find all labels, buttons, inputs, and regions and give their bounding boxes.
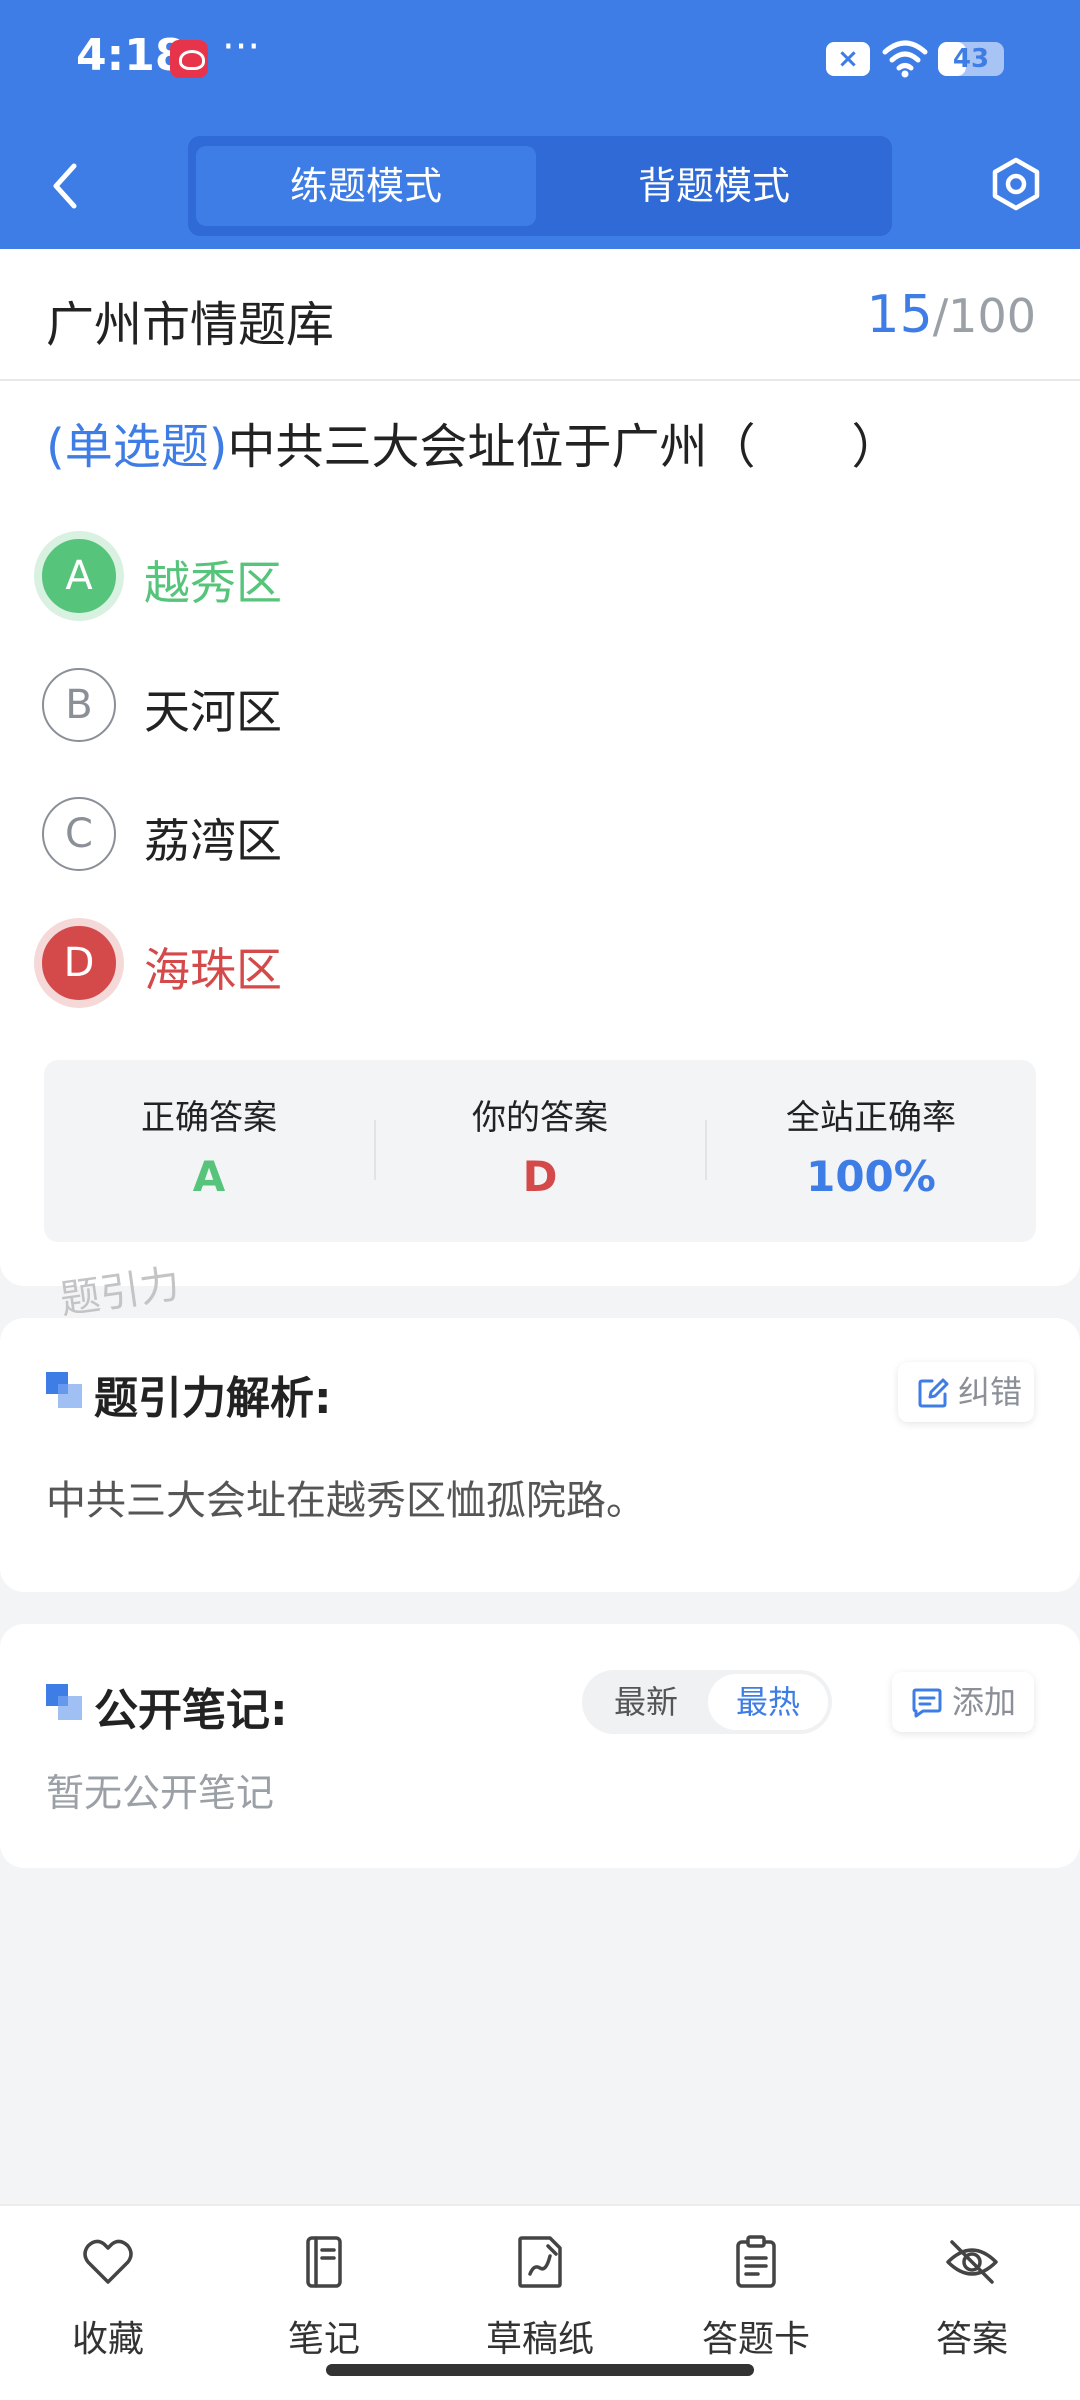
- your-answer-column: 你的答案 D: [375, 1060, 705, 1242]
- public-notes-card: 公开笔记: 最新 最热 添加 暂无公开笔记: [0, 1624, 1080, 1868]
- section-icon: [46, 1372, 82, 1408]
- accuracy-label: 全站正确率: [786, 1098, 956, 1138]
- analysis-text: 中共三大会址在越秀区恤孤院路。: [46, 1478, 646, 1524]
- question-progress: 15/100: [867, 285, 1036, 345]
- notes-sort-toggle: 最新 最热: [582, 1670, 832, 1734]
- back-chevron-icon[interactable]: [40, 158, 90, 214]
- accuracy-value: 100%: [806, 1152, 936, 1201]
- option-a[interactable]: A 越秀区: [42, 531, 942, 621]
- answer-summary: 正确答案 A 你的答案 D 全站正确率 100%: [44, 1060, 1036, 1242]
- nav-answer[interactable]: 答案: [864, 2226, 1080, 2366]
- nav-draft-paper[interactable]: 草稿纸: [432, 2226, 648, 2366]
- page-title: 广州市情题库: [46, 297, 335, 353]
- option-letter: D: [42, 926, 116, 1000]
- sort-hot[interactable]: 最热: [708, 1674, 828, 1730]
- option-b[interactable]: B 天河区: [42, 660, 942, 750]
- heart-icon: [83, 2239, 133, 2284]
- mode-switch: 练题模式 背题模式: [188, 136, 892, 236]
- analysis-card: 题引力解析: 纠错 中共三大会址在越秀区恤孤院路。: [0, 1318, 1080, 1592]
- question-bank-bar: 广州市情题库 15/100: [0, 249, 1080, 381]
- correct-answer-column: 正确答案 A: [44, 1060, 374, 1242]
- question-stem: (单选题)中共三大会址位于广州（ ）: [46, 407, 899, 477]
- sim-off-icon: ×: [826, 42, 870, 76]
- question-card: (单选题)中共三大会址位于广州（ ） A 越秀区 B 天河区 C 荔湾区 D 海…: [0, 381, 1080, 1286]
- tab-memorize-mode[interactable]: 背题模式: [544, 146, 884, 226]
- battery-level: 43: [952, 44, 990, 74]
- option-c[interactable]: C 荔湾区: [42, 789, 942, 879]
- sort-latest[interactable]: 最新: [586, 1674, 706, 1730]
- status-bar: 4:18 ··· × 43: [0, 0, 1080, 118]
- app-header: 4:18 ··· × 43 练题模式 背题模式: [0, 0, 1080, 249]
- option-text: 海珠区: [144, 943, 282, 997]
- current-question-number: 15: [866, 285, 933, 345]
- nav-answer-card-label: 答题卡: [701, 2319, 810, 2360]
- battery-icon: 43: [938, 42, 1004, 76]
- comment-icon: [912, 1688, 942, 1718]
- total-questions: /100: [932, 289, 1036, 343]
- question-text: 中共三大会址位于广州（ ）: [227, 419, 900, 475]
- home-indicator[interactable]: [326, 2364, 754, 2376]
- your-answer-value: D: [522, 1152, 558, 1201]
- more-notifications-icon: ···: [222, 24, 261, 70]
- section-icon: [46, 1684, 82, 1720]
- nav-favorite-label: 收藏: [71, 2319, 144, 2360]
- add-note-label: 添加: [952, 1683, 1017, 1721]
- option-letter: B: [42, 668, 116, 742]
- option-text: 天河区: [144, 685, 282, 739]
- notes-title: 公开笔记:: [94, 1685, 288, 1736]
- analysis-title: 题引力解析:: [94, 1373, 332, 1424]
- answer-card-icon: [736, 2235, 776, 2288]
- edit-icon: [918, 1378, 949, 1408]
- nav-notes-label: 笔记: [287, 2319, 360, 2360]
- option-d[interactable]: D 海珠区: [42, 918, 942, 1008]
- nav-notes[interactable]: 笔记: [216, 2226, 432, 2366]
- wifi-icon: [882, 40, 928, 78]
- notes-empty-text: 暂无公开笔记: [46, 1771, 275, 1815]
- notebook-icon: [306, 2236, 342, 2288]
- nav-answer-label: 答案: [935, 2319, 1008, 2360]
- question-type-label: (单选题): [46, 419, 228, 475]
- report-error-label: 纠错: [958, 1373, 1023, 1411]
- eye-off-icon: [946, 2240, 998, 2284]
- draft-paper-icon: [518, 2236, 562, 2288]
- add-note-button[interactable]: 添加: [892, 1672, 1034, 1732]
- settings-hexagon-icon[interactable]: [988, 156, 1044, 212]
- report-error-button[interactable]: 纠错: [898, 1362, 1034, 1422]
- correct-answer-label: 正确答案: [141, 1098, 277, 1138]
- nav-favorite[interactable]: 收藏: [0, 2226, 216, 2366]
- nav-draft-paper-label: 草稿纸: [485, 2319, 594, 2360]
- correct-answer-value: A: [192, 1152, 226, 1201]
- option-letter: C: [42, 797, 116, 871]
- option-text: 越秀区: [144, 556, 282, 610]
- nav-answer-card[interactable]: 答题卡: [648, 2226, 864, 2366]
- tab-practice-mode[interactable]: 练题模式: [196, 146, 536, 226]
- accuracy-column: 全站正确率 100%: [706, 1060, 1036, 1242]
- option-letter: A: [42, 539, 116, 613]
- app-notification-icon: [170, 40, 208, 78]
- your-answer-label: 你的答案: [472, 1098, 608, 1138]
- option-text: 荔湾区: [144, 814, 282, 868]
